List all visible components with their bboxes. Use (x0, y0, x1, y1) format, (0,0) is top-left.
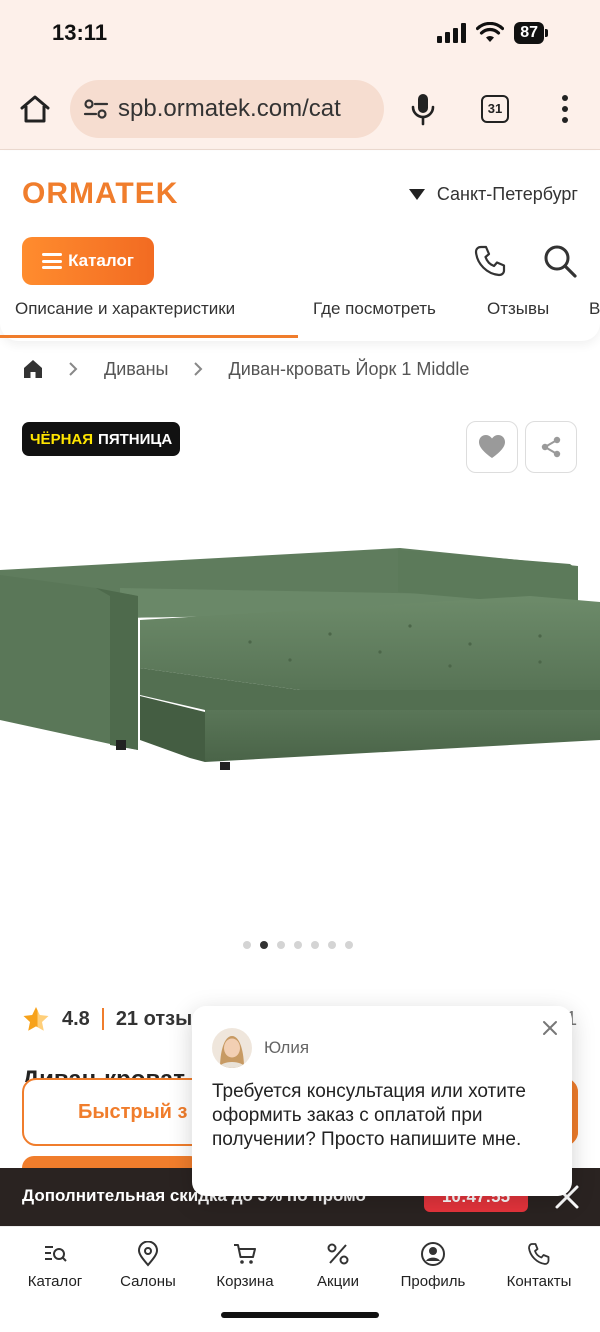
reviews-count[interactable]: 21 отзы (116, 1008, 192, 1031)
wifi-icon (476, 22, 505, 42)
active-tab-indicator (0, 335, 298, 338)
catalog-button-label: Каталог (68, 251, 134, 270)
chat-popup[interactable]: Юлия Требуется консультация или хотите о… (192, 1006, 572, 1196)
nav-profile-label: Профиль (400, 1273, 466, 1290)
share-icon (541, 436, 561, 458)
rating-row[interactable]: 4.8 21 отзы (22, 1006, 192, 1032)
tab-where-to-see[interactable]: Где посмотреть (313, 299, 436, 319)
close-icon[interactable] (542, 1020, 558, 1036)
carousel-dot[interactable] (294, 941, 302, 949)
carousel-dot[interactable] (311, 941, 319, 949)
tab-more[interactable]: В (589, 299, 600, 319)
catalog-button[interactable]: Каталог (22, 237, 154, 285)
chat-message: Требуется консультация или хотите оформи… (212, 1081, 526, 1150)
phone-icon (528, 1243, 550, 1265)
tab-description[interactable]: Описание и характеристики (15, 299, 235, 319)
carousel-indicator (243, 941, 353, 949)
breadcrumb-home-icon[interactable] (22, 358, 44, 380)
carousel-dot[interactable] (243, 941, 251, 949)
status-bar: 13:11 87 (0, 0, 600, 68)
tab-reviews[interactable]: Отзывы (487, 299, 549, 319)
search-icon[interactable] (542, 243, 578, 279)
carousel-dot[interactable] (277, 941, 285, 949)
rating-value: 4.8 (62, 1007, 90, 1030)
carousel-dot[interactable] (328, 941, 336, 949)
status-time: 13:11 (52, 20, 108, 45)
battery-icon: 87 (514, 22, 548, 44)
carousel-dot[interactable] (345, 941, 353, 949)
url-text: spb.ormatek.com/cat (118, 95, 341, 122)
product-photo[interactable] (0, 500, 600, 920)
chevron-right-icon (69, 362, 78, 376)
home-icon[interactable] (18, 92, 52, 126)
black-friday-badge: ЧЁРНАЯ ПЯТНИЦА (22, 422, 181, 456)
cart-icon (234, 1244, 256, 1264)
share-button[interactable] (525, 421, 577, 473)
breadcrumb: Диваны Диван-кровать Йорк 1 Middle (22, 356, 469, 382)
breadcrumb-item-current: Диван-кровать Йорк 1 Middle (228, 358, 470, 379)
dropdown-triangle-icon (408, 189, 425, 200)
phone-icon[interactable] (472, 243, 508, 279)
nav-salons-label: Салоны (120, 1273, 176, 1290)
nav-profile[interactable]: Профиль (383, 1241, 483, 1290)
nav-catalog[interactable]: Каталог (5, 1241, 105, 1290)
badge-word-2: ПЯТНИЦА (98, 430, 173, 448)
address-bar[interactable]: spb.ormatek.com/cat (70, 80, 384, 138)
heart-icon (479, 435, 505, 458)
catalog-search-icon (45, 1246, 67, 1262)
status-indicators: 87 (437, 22, 548, 44)
site-logo[interactable]: ORMATEK (22, 177, 178, 211)
site-header: ORMATEK Санкт-Петербург Каталог Описание… (0, 151, 600, 341)
browser-toolbar: spb.ormatek.com/cat 31 (0, 68, 600, 150)
location-pin-icon (137, 1241, 159, 1267)
battery-level: 87 (514, 22, 544, 44)
menu-icon (42, 253, 63, 269)
more-menu-icon[interactable] (556, 92, 574, 126)
city-selector[interactable]: Санкт-Петербург (408, 184, 578, 205)
consultant-name: Юлия (264, 1038, 310, 1057)
tab-switcher-button[interactable]: 31 (481, 95, 509, 123)
favorite-button[interactable] (466, 421, 518, 473)
nav-cart-label: Корзина (216, 1273, 274, 1290)
nav-promotions-label: Акции (317, 1273, 359, 1290)
nav-cart[interactable]: Корзина (195, 1241, 295, 1290)
nav-salons[interactable]: Салоны (98, 1241, 198, 1290)
nav-contacts[interactable]: Контакты (489, 1241, 589, 1290)
city-name: Санкт-Петербург (436, 184, 578, 204)
site-settings-icon[interactable] (82, 97, 110, 121)
chevron-right-icon (193, 362, 202, 376)
badge-word-1: ЧЁРНАЯ (30, 430, 94, 448)
star-icon (23, 1007, 49, 1031)
percent-icon (327, 1243, 349, 1265)
quick-order-label: Быстрый з (78, 1100, 188, 1123)
nav-contacts-label: Контакты (506, 1273, 572, 1290)
breadcrumb-item-sofas[interactable]: Диваны (104, 359, 169, 380)
rating-divider (101, 1008, 104, 1030)
home-indicator (221, 1312, 379, 1318)
nav-promotions[interactable]: Акции (288, 1241, 388, 1290)
profile-icon (421, 1242, 445, 1266)
microphone-icon[interactable] (408, 92, 438, 126)
nav-catalog-label: Каталог (27, 1273, 83, 1290)
cellular-signal-icon (437, 23, 467, 43)
consultant-avatar (212, 1028, 252, 1068)
carousel-dot-active[interactable] (260, 941, 268, 949)
